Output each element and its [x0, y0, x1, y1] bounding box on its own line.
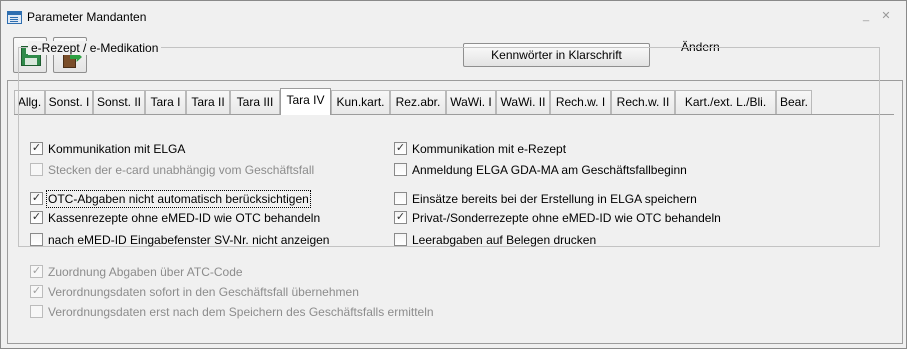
option-stecken-ecard: Stecken der e-card unabhängig vom Geschä…: [30, 162, 370, 179]
option-label: Zuordnung Abgaben über ATC-Code: [48, 265, 243, 279]
option-zuordnung-atc: ✓ Zuordnung Abgaben über ATC-Code: [30, 264, 450, 281]
option-label: Anmeldung ELGA GDA-MA am Geschäftsfallbe…: [412, 163, 687, 177]
option-label: Verordnungsdaten erst nach dem Speichern…: [48, 305, 434, 319]
option-label: Kommunikation mit ELGA: [48, 142, 186, 156]
erezept-group-title: e-Rezept / e-Medikation: [28, 41, 162, 55]
title-bar: Parameter Mandanten _ ✕: [1, 1, 906, 31]
parameter-mandanten-window: Parameter Mandanten _ ✕ Kennwörter in Kl…: [0, 0, 907, 349]
checkbox-checked[interactable]: ✓: [30, 192, 43, 205]
option-kommunikation-elga[interactable]: ✓ Kommunikation mit ELGA: [30, 141, 370, 158]
option-label: Stecken der e-card unabhängig vom Geschä…: [48, 163, 315, 177]
option-label: OTC-Abgaben nicht automatisch berücksich…: [46, 190, 311, 208]
option-kommunikation-erezept[interactable]: ✓ Kommunikation mit e-Rezept: [394, 141, 754, 158]
option-label: Verordnungsdaten sofort in den Geschäfts…: [48, 285, 359, 299]
checkbox-unchecked: [30, 163, 43, 176]
option-label: nach eMED-ID Eingabefenster SV-Nr. nicht…: [48, 233, 330, 247]
checkbox-checked[interactable]: ✓: [394, 211, 407, 224]
option-label: Kassenrezepte ohne eMED-ID wie OTC behan…: [48, 211, 321, 225]
close-button[interactable]: ✕: [879, 9, 893, 23]
option-leerabgaben-drucken[interactable]: Leerabgaben auf Belegen drucken: [394, 232, 754, 249]
checkbox-unchecked: [30, 305, 43, 318]
window-title: Parameter Mandanten: [27, 10, 147, 24]
checkbox-checked: ✓: [30, 285, 43, 298]
option-einsaetze-speichern[interactable]: Einsätze bereits bei der Erstellung in E…: [394, 191, 754, 208]
option-privatrezepte[interactable]: ✓ Privat-/Sonderrezepte ohne eMED-ID wie…: [394, 210, 754, 227]
checkbox-unchecked[interactable]: [30, 233, 43, 246]
option-otc-abgaben[interactable]: ✓ OTC-Abgaben nicht automatisch berücksi…: [30, 190, 370, 208]
checkbox-checked: ✓: [30, 265, 43, 278]
option-verordnung-nach-speichern: Verordnungsdaten erst nach dem Speichern…: [30, 304, 480, 321]
option-anmeldung-elga-gda[interactable]: Anmeldung ELGA GDA-MA am Geschäftsfallbe…: [394, 162, 754, 179]
checkbox-unchecked[interactable]: [394, 192, 407, 205]
window-app-icon: [7, 11, 22, 24]
option-sv-nr-anzeigen[interactable]: nach eMED-ID Eingabefenster SV-Nr. nicht…: [30, 232, 370, 249]
option-label: Privat-/Sonderrezepte ohne eMED-ID wie O…: [412, 211, 721, 225]
option-label: Kommunikation mit e-Rezept: [412, 142, 567, 156]
option-kassenrezepte[interactable]: ✓ Kassenrezepte ohne eMED-ID wie OTC beh…: [30, 210, 370, 227]
checkbox-checked[interactable]: ✓: [30, 211, 43, 224]
option-label: Einsätze bereits bei der Erstellung in E…: [412, 192, 697, 206]
minimize-button[interactable]: _: [859, 9, 873, 23]
tab-tara-4[interactable]: Tara IV: [280, 88, 331, 115]
option-label: Leerabgaben auf Belegen drucken: [412, 233, 597, 247]
checkbox-checked[interactable]: ✓: [394, 142, 407, 155]
checkbox-unchecked[interactable]: [394, 163, 407, 176]
option-verordnung-sofort: ✓ Verordnungsdaten sofort in den Geschäf…: [30, 284, 450, 301]
checkbox-checked[interactable]: ✓: [30, 142, 43, 155]
checkbox-unchecked[interactable]: [394, 233, 407, 246]
